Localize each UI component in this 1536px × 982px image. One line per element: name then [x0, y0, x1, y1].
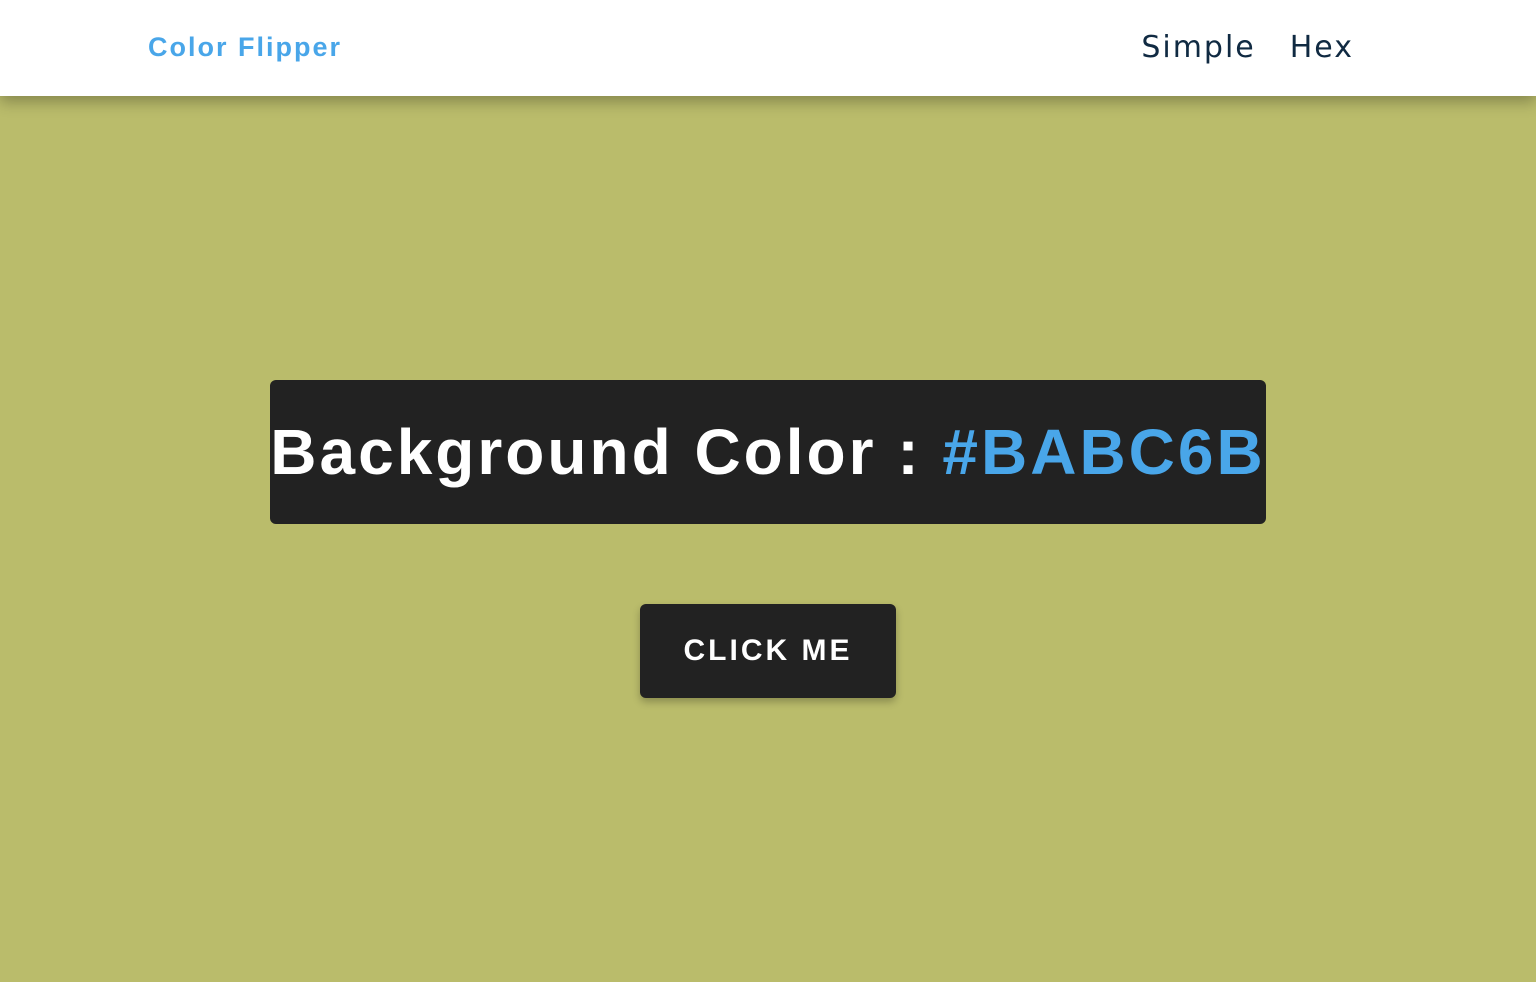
nav-item-simple: Simple	[1141, 28, 1255, 68]
color-label: Background Color :	[270, 416, 922, 488]
click-me-button[interactable]: CLICK ME	[640, 604, 896, 698]
brand-title: Color Flipper	[148, 32, 342, 62]
color-separator	[922, 416, 943, 488]
color-value: #BABC6B	[942, 416, 1266, 488]
nav-link-hex[interactable]: Hex	[1290, 30, 1354, 65]
page: Color Flipper Simple Hex Background Colo…	[0, 0, 1536, 982]
navbar: Color Flipper Simple Hex	[0, 0, 1536, 96]
nav-link-simple[interactable]: Simple	[1141, 30, 1255, 65]
color-heading: Background Color : #BABC6B	[270, 420, 1265, 484]
main-area: Background Color : #BABC6B CLICK ME	[0, 96, 1536, 982]
nav-item-hex: Hex	[1290, 28, 1354, 68]
nav-links: Simple Hex	[1141, 28, 1354, 68]
color-display-panel: Background Color : #BABC6B	[270, 380, 1266, 524]
